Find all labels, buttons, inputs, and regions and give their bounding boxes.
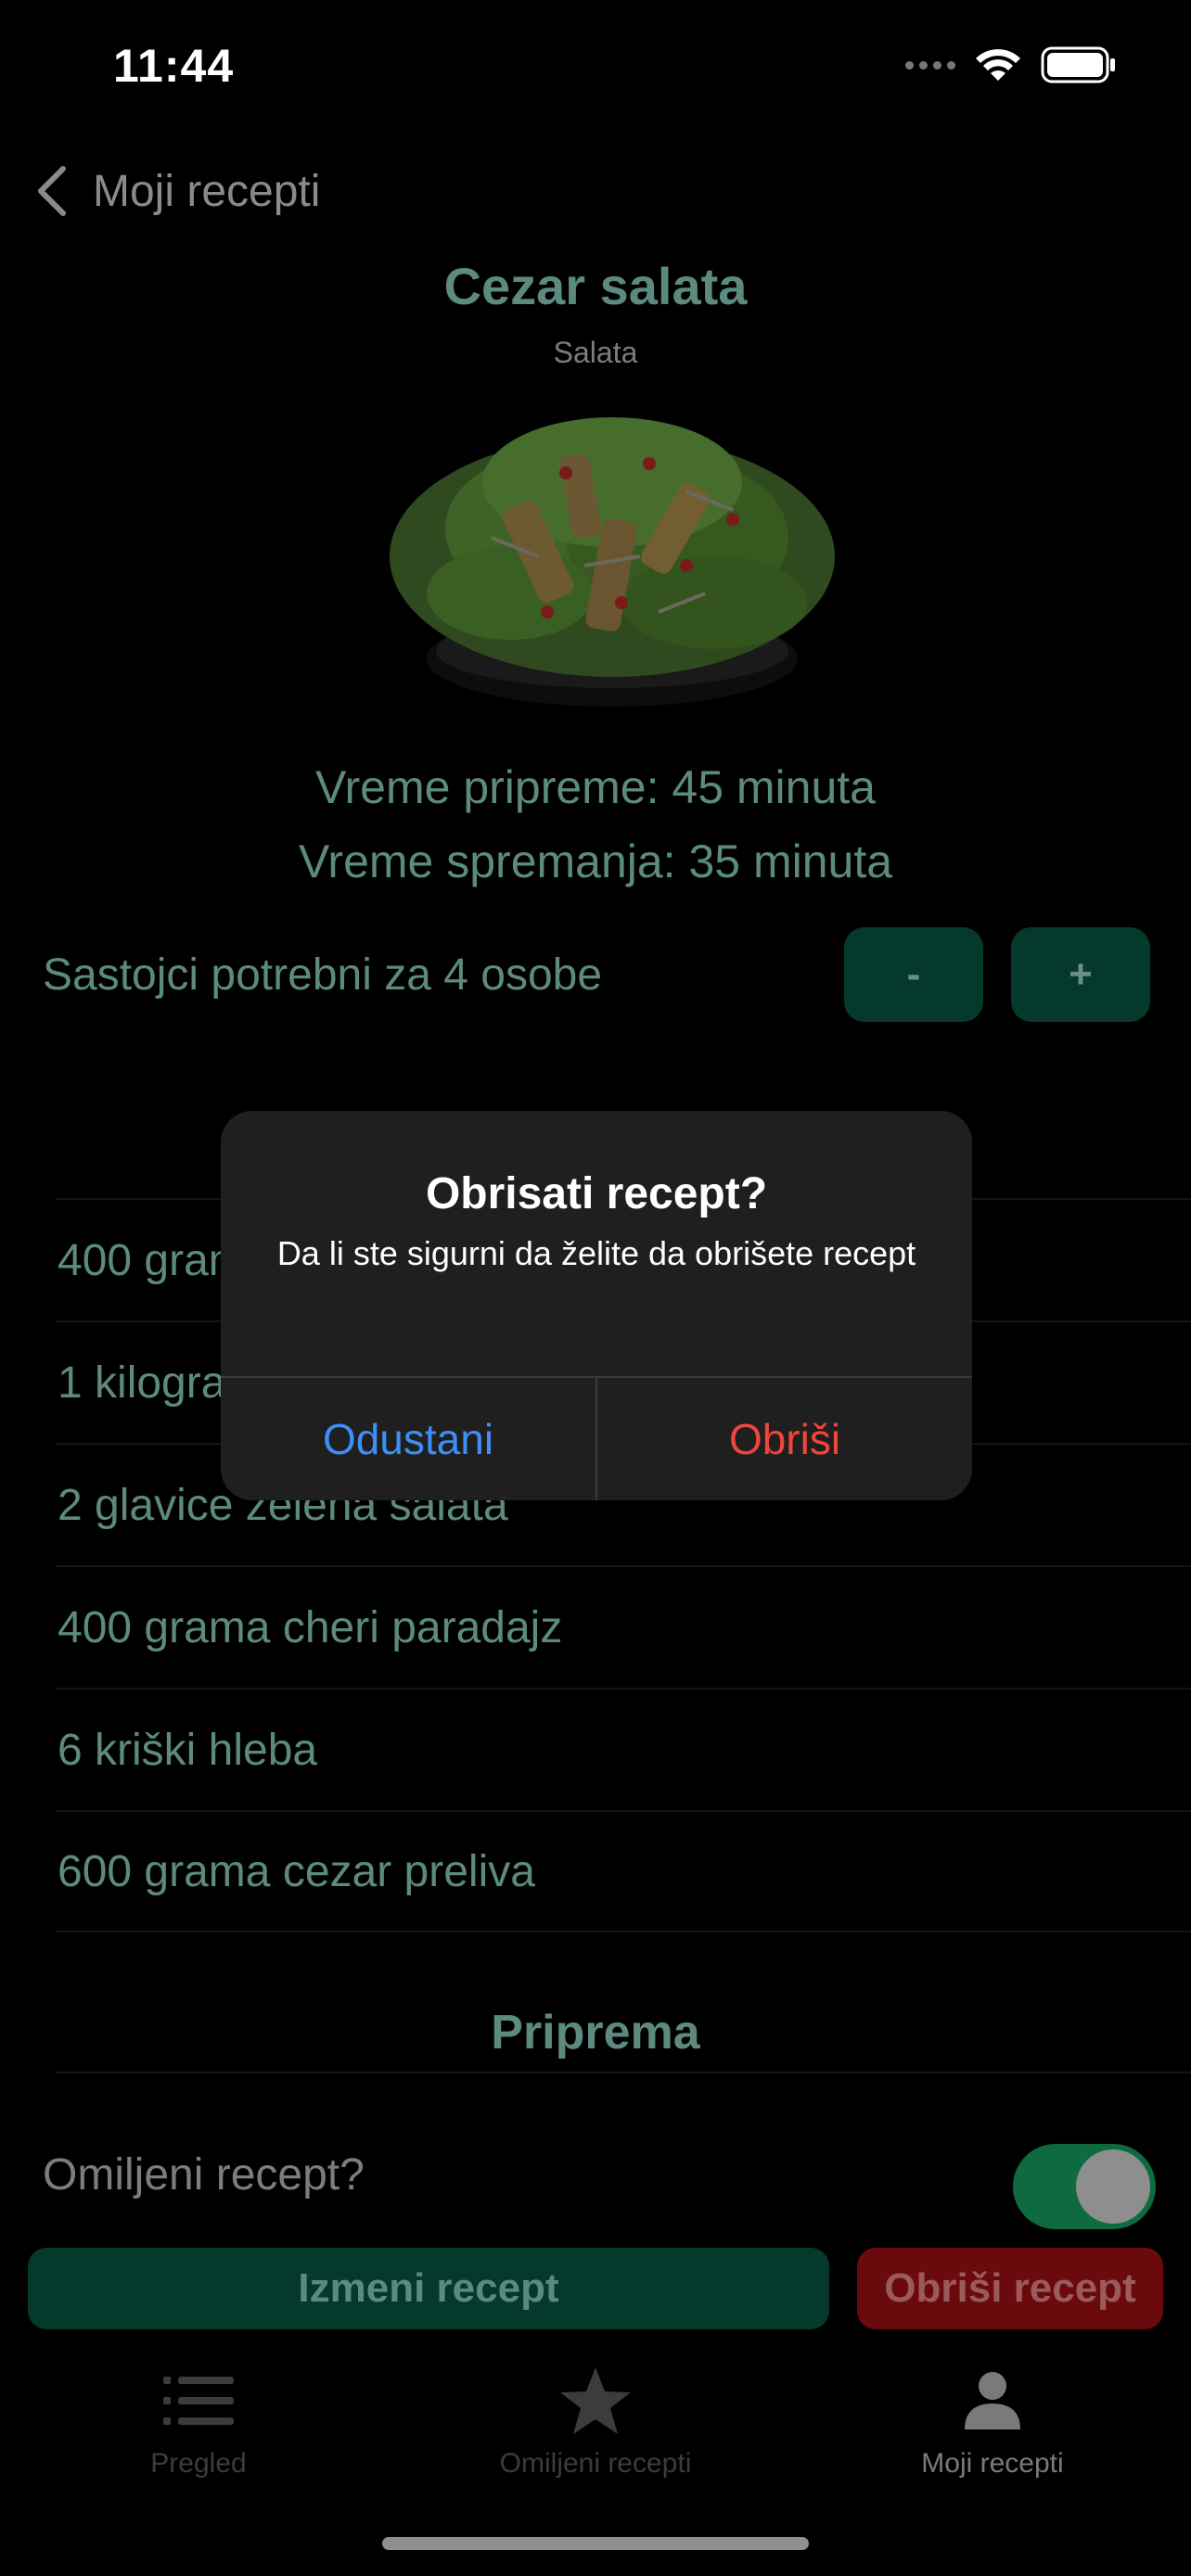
recipe-detail-screen: 11:44 Moji recepti Cezar salata Salata V…: [0, 0, 1191, 2576]
tab-my-recipes-label: Moji recepti: [921, 2448, 1064, 2479]
back-label: Moji recepti: [93, 166, 321, 216]
tab-overview[interactable]: Pregled: [32, 2361, 365, 2480]
delete-confirm-dialog: Obrisati recept? Da li ste sigurni da že…: [221, 1111, 972, 1500]
delete-recipe-button[interactable]: Obriši recept: [857, 2248, 1163, 2329]
tab-favorites[interactable]: Omiljeni recepti: [429, 2361, 762, 2480]
cancel-button[interactable]: Odustani: [221, 1378, 596, 1500]
decrease-servings-button[interactable]: -: [844, 927, 983, 1022]
confirm-delete-button[interactable]: Obriši: [597, 1378, 972, 1500]
tab-bar: Pregled Omiljeni recepti Moji recepti: [0, 2342, 1191, 2491]
divider: [56, 2072, 1191, 2073]
increase-servings-button[interactable]: +: [1011, 927, 1150, 1022]
cook-time: Vreme spremanja: 35 minuta: [298, 835, 893, 887]
tab-overview-label: Pregled: [150, 2448, 247, 2479]
list-icon: [163, 2377, 234, 2425]
person-icon: [965, 2372, 1020, 2429]
recipe-title: Cezar salata: [443, 257, 748, 315]
ingredient-item: 6 kriški hleba: [56, 1688, 1191, 1810]
chevron-left-icon: [38, 166, 66, 216]
prep-time: Vreme pripreme: 45 minuta: [315, 761, 876, 813]
ingredient-item: 400 grama cheri paradajz: [56, 1565, 1191, 1688]
edit-recipe-button[interactable]: Izmeni recept: [28, 2248, 829, 2329]
back-button[interactable]: Moji recepti: [33, 163, 320, 219]
ingredient-item: 600 grama cezar preliva: [56, 1810, 1191, 1932]
servings-label: Sastojci potrebni za 4 osobe: [43, 950, 603, 1000]
dialog-title: Obrisati recept?: [425, 1169, 768, 1218]
tab-favorites-label: Omiljeni recepti: [499, 2448, 692, 2479]
recipe-image: [390, 417, 835, 707]
favorite-toggle[interactable]: [1013, 2144, 1156, 2229]
favorite-label: Omiljeni recept?: [43, 2150, 365, 2200]
preparation-title: Priprema: [491, 2006, 700, 2060]
recipe-category: Salata: [553, 336, 638, 369]
home-indicator: [382, 2537, 809, 2550]
tab-my-recipes[interactable]: Moji recepti: [826, 2361, 1159, 2480]
dialog-message: Da li ste sigurni da želite da obrišete …: [276, 1234, 916, 1272]
toggle-knob: [1076, 2149, 1150, 2224]
star-icon: [560, 2367, 631, 2434]
